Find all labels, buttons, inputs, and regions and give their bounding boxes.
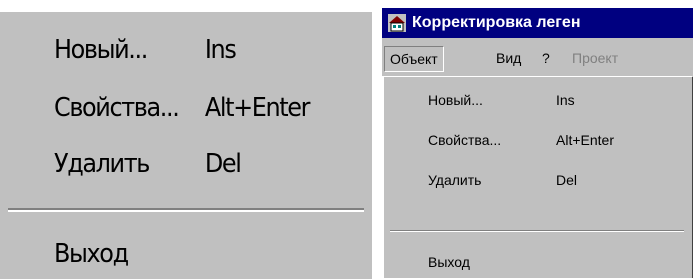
window-titlebar[interactable]: Корректировка леген [382, 8, 693, 38]
menu-item-exit[interactable]: Выход [428, 247, 678, 277]
app-icon [388, 14, 406, 32]
menu-item-shortcut: Del [556, 172, 578, 188]
menu-item-properties[interactable]: Свойства... Alt+Enter [428, 125, 678, 155]
menu-item-shortcut: Ins [556, 92, 575, 108]
menu-item-label: Удалить [428, 172, 482, 188]
menu-item-label: Новый... [428, 92, 483, 108]
zoomed-object-menu: Новый... Ins Свойства... Alt+Enter Удали… [0, 10, 372, 279]
zoom-menu-item-exit[interactable]: Выход [54, 234, 330, 274]
zoom-menu-item-properties[interactable]: Свойства... Alt+Enter [54, 88, 330, 128]
menu-item-new[interactable]: Новый... Ins [428, 85, 678, 115]
window-title: Корректировка леген [412, 14, 581, 31]
menu-view[interactable]: Вид [496, 47, 521, 69]
object-dropdown-menu: Новый... Ins Свойства... Alt+Enter Удали… [382, 76, 693, 278]
menu-separator [8, 208, 364, 212]
menu-item-label: Свойства... [428, 132, 502, 148]
menu-item-shortcut: Alt+Enter [556, 132, 614, 148]
menu-item-shortcut: Alt+Enter [204, 93, 311, 123]
menu-help[interactable]: ? [542, 47, 550, 69]
zoom-menu-item-new[interactable]: Новый... Ins [54, 30, 330, 70]
menu-item-label: Свойства... [54, 93, 180, 123]
menu-item-label: Удалить [54, 149, 150, 179]
zoom-menu-item-delete[interactable]: Удалить Del [54, 144, 330, 184]
menu-item-label: Выход [54, 239, 129, 269]
menu-bar: Объект Вид ? Проект [382, 38, 693, 76]
menu-separator [390, 230, 684, 232]
app-window: Корректировка леген Объект Вид ? Проект … [382, 8, 693, 278]
menu-item-label: Новый... [54, 35, 148, 65]
menu-object[interactable]: Объект [384, 46, 444, 72]
menu-project[interactable]: Проект [572, 47, 618, 69]
menu-item-label: Выход [428, 254, 470, 270]
menu-item-shortcut: Ins [204, 35, 237, 65]
menu-item-delete[interactable]: Удалить Del [428, 165, 678, 195]
menu-item-shortcut: Del [204, 149, 242, 179]
